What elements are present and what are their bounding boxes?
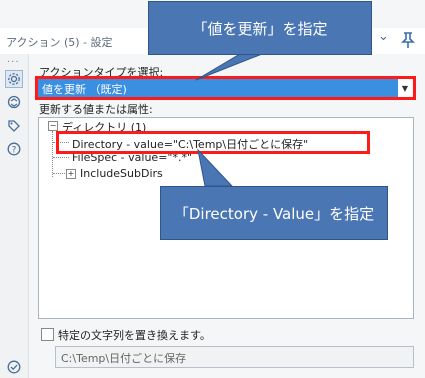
tree-connector	[52, 131, 53, 177]
panel-title: アクション (5) - 設定	[6, 36, 113, 49]
chevron-down-icon[interactable]: ⌄	[378, 29, 389, 44]
replace-string-input[interactable]: C:\Temp\日付ごとに保存	[55, 346, 414, 368]
values-label: 更新する値または属性:	[39, 103, 153, 116]
check-circle-icon[interactable]	[5, 358, 23, 376]
pin-icon[interactable]	[400, 31, 416, 49]
svg-text:?: ?	[12, 146, 17, 156]
help-icon[interactable]: ?	[5, 140, 23, 158]
tag-icon[interactable]	[5, 117, 23, 135]
connection-arrows-icon[interactable]	[5, 93, 23, 111]
replace-checkbox[interactable]	[41, 328, 54, 341]
callout-top-text: 「値を更新」を指定	[192, 19, 328, 38]
highlight-action-type	[35, 76, 416, 100]
replace-input-value: C:\Temp\日付ごとに保存	[61, 352, 187, 365]
callout-bottom: 「Directory - Value」を指定	[160, 186, 388, 240]
callout-top: 「値を更新」を指定	[148, 1, 372, 55]
tree-node-includesubdirs[interactable]: IncludeSubDirs	[80, 167, 163, 180]
replace-checkbox-label: 特定の文字列を置き換えます。	[58, 329, 211, 342]
callout-bottom-text: 「Directory - Value」を指定	[173, 204, 375, 223]
highlight-directory-value	[56, 131, 370, 154]
expand-toggle[interactable]: +	[66, 169, 76, 179]
collapse-toggle[interactable]: −	[48, 121, 58, 131]
tree-connector	[53, 157, 69, 158]
more-dots-icon[interactable]: ···	[7, 57, 20, 68]
configuration-gear-icon[interactable]	[5, 70, 23, 88]
